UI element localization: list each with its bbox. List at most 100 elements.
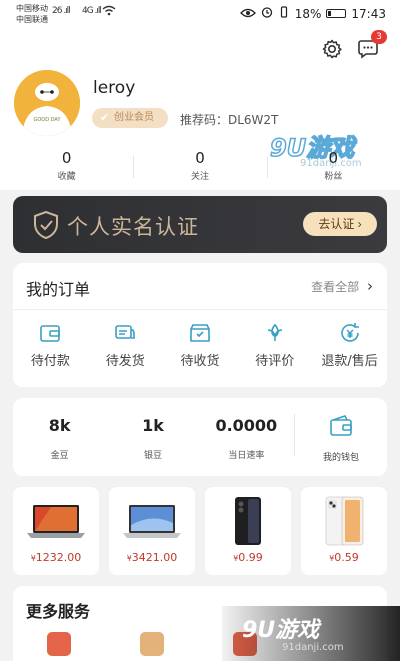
stat-fans[interactable]: 0 粉丝	[266, 148, 400, 188]
status-right: 18% 17:43	[239, 6, 386, 21]
carrier-1: 中国移动	[16, 4, 48, 13]
divider	[13, 309, 387, 310]
watermark-overlay: 9U游戏 91danji.com	[222, 606, 400, 661]
product-card[interactable]: ¥0.59	[301, 487, 387, 575]
stat-label: 关注	[190, 172, 209, 182]
silver-beans[interactable]: 1k 银豆	[106, 416, 199, 461]
watermark-logo: 9U游戏	[242, 618, 320, 643]
avatar[interactable]: GOOD DAY	[14, 70, 80, 136]
calendar-service-icon[interactable]	[47, 632, 71, 656]
wallet-label: 金豆	[50, 451, 69, 461]
laptop-red-icon	[27, 505, 85, 538]
clock: 17:43	[351, 6, 386, 21]
wallet-stats: 8k 金豆 1k 银豆 0.0000 当日速率	[13, 416, 293, 461]
carrier-info: 中国移动 中国联通	[16, 3, 48, 25]
order-pending-receipt[interactable]: 待收货	[163, 321, 238, 370]
divider	[294, 414, 295, 456]
product-price: ¥0.59	[301, 551, 387, 564]
username: leroy	[93, 78, 136, 98]
view-all-label: 查看全部	[311, 280, 360, 294]
wallet-icon	[40, 325, 61, 342]
more-services-title: 更多服务	[26, 602, 91, 621]
price-value: 3421.00	[131, 551, 178, 564]
flower-icon	[267, 323, 282, 341]
signal-1-icon: 26 .ıll	[52, 6, 71, 16]
settings-button[interactable]	[319, 36, 345, 62]
order-refund[interactable]: 退款/售后	[312, 321, 387, 370]
order-label: 待评价	[255, 354, 295, 369]
wallet-value: 0.0000	[215, 416, 278, 435]
card-service-icon[interactable]	[140, 632, 164, 656]
gear-icon	[322, 39, 342, 59]
member-tag: ✔ 创业会员	[92, 108, 168, 128]
battery-percent: 18%	[294, 6, 322, 21]
my-wallet-label: 我的钱包	[322, 453, 359, 463]
wallet-card: 8k 金豆 1k 银豆 0.0000 当日速率 我的钱包	[13, 398, 387, 476]
wallet-value: 1k	[142, 416, 164, 435]
order-label: 待发货	[105, 354, 145, 369]
verify-button[interactable]: 去认证 ›	[303, 212, 377, 236]
orders-title: 我的订单	[26, 280, 91, 299]
laptop-silver-icon	[123, 505, 181, 538]
daily-rate[interactable]: 0.0000 当日速率	[200, 416, 293, 461]
wallet-label: 当日速率	[228, 451, 265, 461]
my-wallet-button[interactable]: 我的钱包	[305, 414, 377, 463]
shield-check-icon	[34, 211, 58, 239]
stat-value: 0	[195, 149, 205, 167]
phone-white-icon	[325, 496, 364, 546]
gold-beans[interactable]: 8k 金豆	[13, 416, 106, 461]
price-value: 0.59	[334, 551, 359, 564]
order-label: 退款/售后	[321, 354, 378, 369]
stat-following[interactable]: 0 关注	[133, 148, 266, 188]
order-label: 待付款	[30, 354, 70, 369]
verification-banner[interactable]: 个人实名认证 去认证 ›	[13, 196, 387, 253]
product-card[interactable]: ¥3421.00	[109, 487, 195, 575]
referral-code: 推荐码：DL6W2T	[180, 113, 279, 127]
view-all-orders-link[interactable]: 查看全部 ›	[311, 277, 373, 295]
product-price: ¥0.99	[205, 551, 291, 564]
messages-button[interactable]: 3	[355, 30, 387, 62]
watermark-url: 91danji.com	[282, 642, 344, 653]
wallet-label: 银豆	[143, 451, 162, 461]
phone-black-icon	[235, 497, 261, 545]
box-icon	[190, 324, 210, 342]
wallet-value: 8k	[48, 416, 71, 435]
stat-favorites[interactable]: 0 收藏	[0, 148, 133, 188]
wallet-icon	[330, 415, 352, 436]
avatar-shirt-text: GOOD DAY	[33, 117, 61, 123]
carrier-2: 中国联通	[16, 15, 48, 24]
product-price: ¥1232.00	[13, 551, 99, 564]
alarm-icon	[261, 6, 273, 21]
wifi-icon	[102, 5, 116, 19]
eye-icon	[239, 7, 256, 21]
status-bar: 中国移动 中国联通 26 .ıll 4G .ıll 18% 17:43	[0, 0, 400, 28]
verification-title: 个人实名认证	[67, 215, 199, 239]
order-label: 待收货	[180, 354, 220, 369]
order-pending-shipment[interactable]: 待发货	[88, 321, 163, 370]
product-card[interactable]: ¥0.99	[205, 487, 291, 575]
baymax-avatar-icon: GOOD DAY	[14, 70, 80, 136]
profile-header: 3 GOOD DAY leroy ✔ 创业会员 推荐码：DL6W2T 9U游戏 …	[0, 28, 400, 190]
product-card[interactable]: ¥1232.00	[13, 487, 99, 575]
message-badge: 3	[371, 30, 387, 44]
stat-value: 0	[328, 149, 339, 167]
vibrate-icon	[278, 6, 290, 21]
order-pending-payment[interactable]: 待付款	[13, 321, 88, 370]
orders-card: 我的订单 查看全部 › 待付款 待发货 待收货 待评价 退款/售后	[13, 263, 387, 387]
signal-2-icon: 4G .ıll	[82, 6, 102, 16]
refund-icon	[340, 323, 359, 342]
product-price: ¥3421.00	[109, 551, 195, 564]
price-value: 1232.00	[35, 551, 82, 564]
check-icon: ✔	[100, 111, 110, 124]
truck-icon	[115, 325, 135, 339]
member-tag-label: 创业会员	[114, 112, 154, 123]
stat-label: 收藏	[57, 172, 76, 182]
stats-row: 0 收藏 0 关注 0 粉丝	[0, 148, 400, 188]
chevron-right-icon: ›	[367, 277, 373, 295]
order-status-row: 待付款 待发货 待收货 待评价 退款/售后	[13, 321, 387, 370]
battery-icon	[326, 9, 347, 18]
price-value: 0.99	[238, 551, 263, 564]
stat-label: 粉丝	[324, 172, 343, 182]
stat-value: 0	[61, 149, 72, 167]
order-pending-review[interactable]: 待评价	[237, 321, 312, 370]
